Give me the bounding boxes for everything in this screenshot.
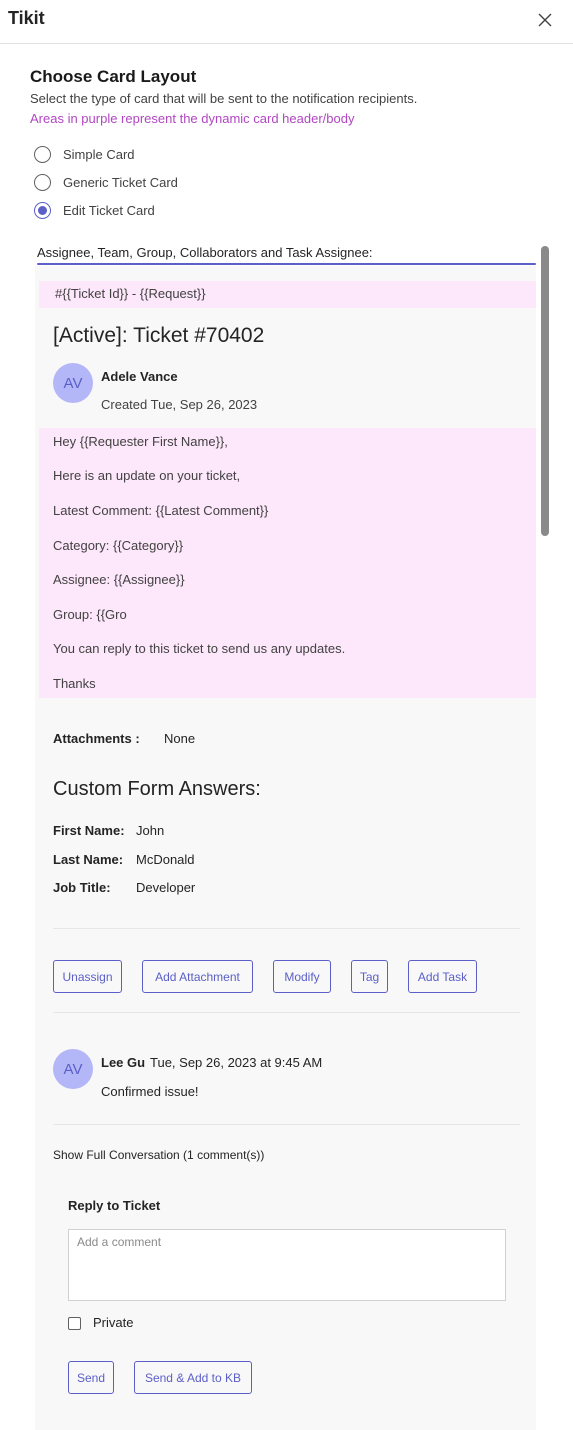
section-description: Select the type of card that will be sen… bbox=[30, 91, 418, 106]
scrollbar-thumb[interactable] bbox=[541, 246, 549, 536]
unassign-button[interactable]: Unassign bbox=[53, 960, 122, 993]
created-date: Created Tue, Sep 26, 2023 bbox=[101, 397, 258, 412]
radio-label: Simple Card bbox=[63, 146, 135, 162]
close-icon bbox=[538, 13, 552, 27]
custom-form-title: Custom Form Answers: bbox=[53, 778, 261, 800]
radio-button[interactable] bbox=[34, 145, 51, 163]
title-bar: Tikit bbox=[0, 0, 573, 44]
radio-button-selected[interactable] bbox=[34, 201, 51, 219]
body-line: Category: {{Category}} bbox=[53, 538, 184, 553]
radio-simple-card[interactable]: Simple Card bbox=[34, 144, 135, 164]
comment-author: Lee Gu bbox=[101, 1055, 146, 1070]
send-add-to-kb-button[interactable]: Send & Add to KB bbox=[134, 1361, 252, 1394]
add-task-button[interactable]: Add Task bbox=[408, 960, 477, 993]
private-checkbox[interactable] bbox=[68, 1317, 81, 1330]
radio-generic-ticket-card[interactable]: Generic Ticket Card bbox=[34, 172, 178, 192]
field-label: Job Title: bbox=[53, 880, 111, 895]
body-line: Here is an update on your ticket, bbox=[53, 468, 241, 483]
modify-button[interactable]: Modify bbox=[273, 960, 331, 993]
avatar: AV bbox=[53, 363, 93, 403]
comment-text: Confirmed issue! bbox=[101, 1084, 199, 1099]
card-header-text: #{{Ticket Id}} - {{Request}} bbox=[55, 286, 206, 301]
add-attachment-button[interactable]: Add Attachment bbox=[142, 960, 253, 993]
app-title: Tikit bbox=[8, 8, 45, 28]
comment-input[interactable] bbox=[68, 1229, 506, 1301]
radio-label: Generic Ticket Card bbox=[63, 174, 178, 190]
body-line: Hey {{Requester First Name}}, bbox=[53, 434, 228, 449]
field-label: Last Name: bbox=[53, 852, 124, 867]
divider bbox=[53, 1124, 520, 1125]
radio-button[interactable] bbox=[34, 173, 51, 191]
divider bbox=[53, 928, 520, 929]
requester-name: Adele Vance bbox=[101, 369, 178, 384]
comment-timestamp: Tue, Sep 26, 2023 at 9:45 AM bbox=[150, 1055, 323, 1070]
radio-edit-ticket-card[interactable]: Edit Ticket Card bbox=[34, 200, 155, 220]
ticket-title: [Active]: Ticket #70402 bbox=[53, 324, 265, 347]
body-line: Assignee: {{Assignee}} bbox=[53, 572, 185, 587]
field-value: McDonald bbox=[136, 852, 195, 867]
divider bbox=[53, 1012, 520, 1013]
body-line: Thanks bbox=[53, 676, 96, 691]
recipients-tab-underline bbox=[37, 263, 536, 265]
send-button[interactable]: Send bbox=[68, 1361, 114, 1394]
body-line: You can reply to this ticket to send us … bbox=[53, 641, 346, 656]
tag-button[interactable]: Tag bbox=[351, 960, 388, 993]
radio-label: Edit Ticket Card bbox=[63, 202, 155, 218]
section-heading: Choose Card Layout bbox=[30, 67, 197, 86]
field-value: Developer bbox=[136, 880, 196, 895]
private-label: Private bbox=[93, 1315, 134, 1330]
field-value: John bbox=[136, 823, 165, 838]
body-line: Group: {{Gro bbox=[53, 607, 127, 622]
recipients-tab-label[interactable]: Assignee, Team, Group, Collaborators and… bbox=[37, 245, 373, 260]
comment-avatar: AV bbox=[53, 1049, 93, 1089]
close-button[interactable] bbox=[533, 8, 557, 32]
body-line: Latest Comment: {{Latest Comment}} bbox=[53, 503, 269, 518]
reply-title: Reply to Ticket bbox=[68, 1198, 161, 1213]
attachments-label: Attachments : bbox=[53, 731, 140, 746]
dynamic-area-hint: Areas in purple represent the dynamic ca… bbox=[30, 111, 355, 126]
attachments-value: None bbox=[164, 731, 196, 746]
field-label: First Name: bbox=[53, 823, 125, 838]
show-full-conversation-link[interactable]: Show Full Conversation (1 comment(s)) bbox=[53, 1148, 264, 1162]
